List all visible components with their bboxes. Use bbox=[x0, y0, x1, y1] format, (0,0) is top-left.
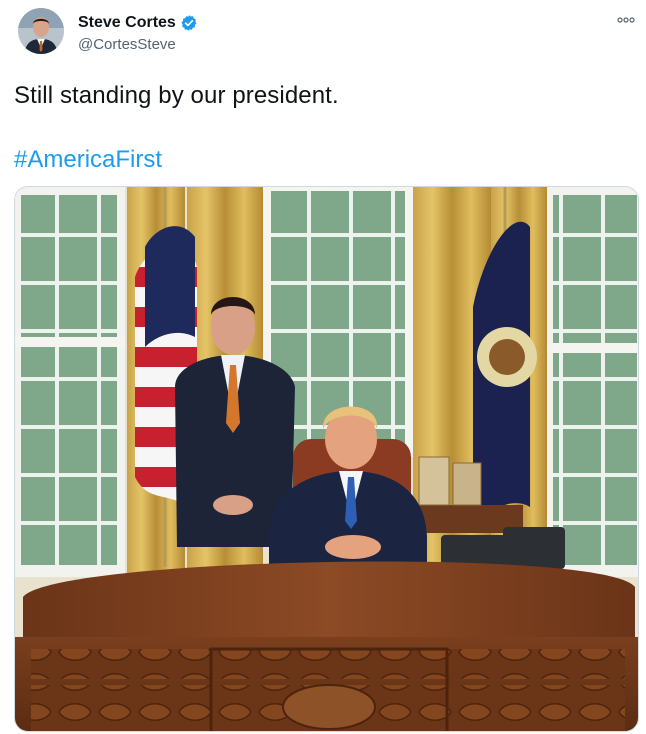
author-display-name[interactable]: Steve Cortes bbox=[78, 14, 176, 32]
hashtag-link[interactable]: #AmericaFirst bbox=[14, 146, 162, 174]
verified-badge-icon bbox=[180, 14, 198, 32]
more-options-icon[interactable] bbox=[614, 10, 638, 30]
author-name-row: Steve Cortes bbox=[78, 12, 198, 34]
tweet-text: Still standing by our president. bbox=[14, 82, 339, 109]
author-handle[interactable]: @CortesSteve bbox=[78, 36, 176, 53]
tweet-card: Steve Cortes @CortesSteve Still standing… bbox=[0, 0, 646, 734]
oval-office-photo bbox=[15, 187, 638, 731]
author-avatar[interactable] bbox=[18, 8, 64, 54]
tweet-photo[interactable] bbox=[14, 186, 639, 732]
